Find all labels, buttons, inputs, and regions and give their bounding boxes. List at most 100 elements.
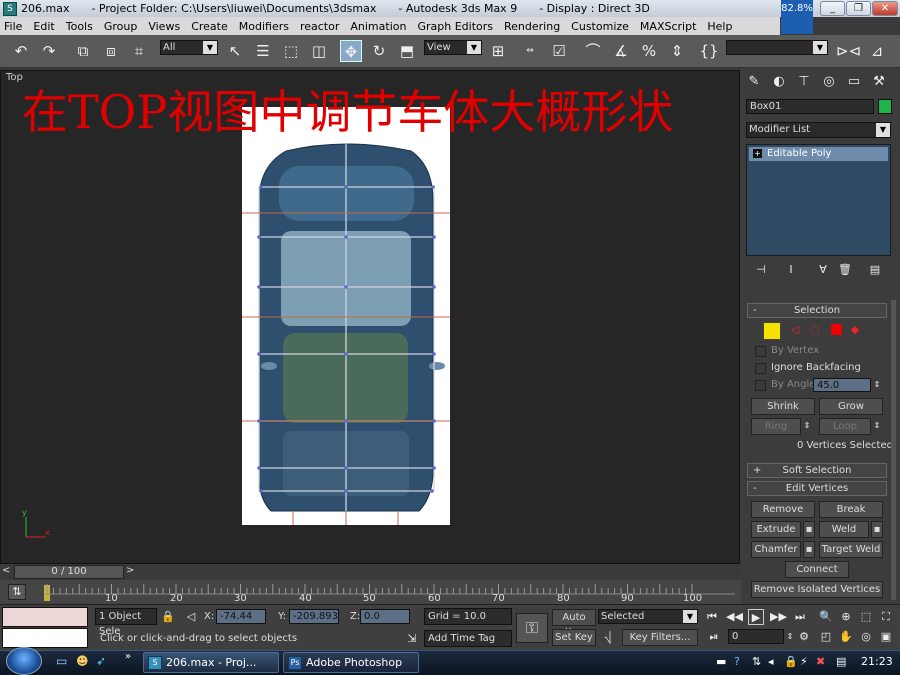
warning-tray-icon[interactable]: ✖: [816, 655, 825, 668]
stack-item-editable-poly[interactable]: + Editable Poly: [749, 147, 888, 161]
power-tray-icon[interactable]: ⚡: [800, 655, 808, 668]
border-mode-icon[interactable]: ◌: [807, 322, 823, 338]
select-link-icon[interactable]: ⧉: [72, 40, 94, 62]
chamfer-button[interactable]: Chamfer: [751, 541, 801, 558]
current-frame-field[interactable]: 0: [728, 629, 784, 644]
by-vertex-checkbox[interactable]: [755, 346, 766, 357]
menu-edit[interactable]: Edit: [33, 20, 54, 33]
time-slider[interactable]: 0 / 100: [14, 565, 124, 579]
quick-launch-more-icon[interactable]: »: [125, 651, 131, 662]
mirror-icon[interactable]: ⊳⊲: [836, 40, 861, 62]
loop-spinner-icon[interactable]: ⇕: [872, 418, 882, 434]
frame-spinner-icon[interactable]: ⇕: [785, 629, 795, 645]
start-button[interactable]: [6, 647, 42, 675]
modifier-stack[interactable]: + Editable Poly: [746, 144, 891, 256]
menu-rendering[interactable]: Rendering: [504, 20, 560, 33]
unlink-icon[interactable]: ⧈: [100, 40, 122, 62]
undo-icon[interactable]: ↶: [10, 40, 32, 62]
bind-space-warp-icon[interactable]: ⌗: [128, 40, 150, 62]
quick-launch-icon[interactable]: ➶: [96, 654, 106, 668]
open-mini-curve-editor-icon[interactable]: ⇅: [8, 584, 26, 600]
menu-views[interactable]: Views: [148, 20, 180, 33]
spinner-snap-icon[interactable]: ⇕: [666, 40, 688, 62]
panel-scrollbar[interactable]: [891, 300, 896, 600]
modifier-list-dropdown[interactable]: Modifier List ▼: [746, 122, 891, 138]
maximize-viewport-icon[interactable]: ▣: [878, 629, 894, 645]
create-tab-icon[interactable]: ✎: [744, 72, 764, 92]
selection-rollout-header[interactable]: - Selection: [747, 303, 887, 318]
help-tray-icon[interactable]: ?: [734, 655, 740, 668]
absolute-mode-icon[interactable]: ◁: [183, 609, 199, 625]
extrude-button[interactable]: Extrude: [751, 521, 801, 538]
app-icon[interactable]: S: [3, 1, 17, 16]
top-viewport[interactable]: y x: [0, 70, 740, 564]
y-coordinate-field[interactable]: -209.893: [289, 609, 339, 624]
window-crossing-icon[interactable]: ◫: [308, 40, 330, 62]
key-filters-button[interactable]: Key Filters...: [622, 629, 698, 646]
messenger-icon[interactable]: ☻: [76, 654, 89, 668]
zoom-icon[interactable]: 🔍: [818, 609, 834, 625]
menu-help[interactable]: Help: [707, 20, 732, 33]
by-angle-checkbox[interactable]: [755, 380, 766, 391]
angle-spinner-field[interactable]: 45.0: [813, 378, 871, 392]
edge-mode-icon[interactable]: ◁: [787, 322, 803, 338]
add-time-tag-button[interactable]: Add Time Tag: [424, 630, 512, 647]
x-coordinate-field[interactable]: -74.44: [216, 609, 266, 624]
rectangular-selection-icon[interactable]: ⬚: [280, 40, 302, 62]
keyboard-shortcut-icon[interactable]: ☑: [548, 40, 570, 62]
named-selection-dropdown[interactable]: ▼: [726, 40, 828, 55]
menu-modifiers[interactable]: Modifiers: [239, 20, 289, 33]
redo-icon[interactable]: ↷: [38, 40, 60, 62]
set-key-mode-key-icon[interactable]: ⚿: [516, 613, 548, 643]
menu-animation[interactable]: Animation: [350, 20, 406, 33]
loop-button[interactable]: Loop: [819, 418, 871, 435]
select-object-icon[interactable]: ↖: [224, 40, 246, 62]
display-tray-icon[interactable]: ▤: [836, 655, 846, 668]
auto-key-button[interactable]: Auto Key: [552, 609, 596, 638]
grow-button[interactable]: Grow: [819, 398, 883, 415]
menu-maxscript[interactable]: MAXScript: [640, 20, 696, 33]
default-in-out-tangent-icon[interactable]: ⎷: [600, 630, 616, 646]
remove-button[interactable]: Remove: [751, 501, 815, 518]
show-end-result-icon[interactable]: Ⅰ: [783, 262, 799, 278]
keyboard-tray-icon[interactable]: ▬: [716, 655, 726, 668]
selection-filter-dropdown[interactable]: All ▼: [160, 40, 218, 55]
angle-spinner-arrows-icon[interactable]: ⇕: [872, 377, 882, 393]
connect-button[interactable]: Connect: [785, 561, 849, 578]
minimize-button[interactable]: _: [820, 1, 845, 16]
time-prev-icon[interactable]: <: [2, 565, 14, 579]
snap-toggle-icon[interactable]: ⌒: [582, 40, 604, 62]
maximize-button[interactable]: ❐: [846, 1, 871, 16]
edit-vertices-rollout-header[interactable]: - Edit Vertices: [747, 481, 887, 496]
pivot-center-icon[interactable]: ⊞: [487, 40, 509, 62]
key-mode-toggle-icon[interactable]: ⏯: [706, 629, 722, 645]
maxscript-listener-white[interactable]: [2, 628, 88, 648]
percent-snap-icon[interactable]: %: [638, 40, 660, 62]
expand-plus-icon[interactable]: +: [753, 149, 762, 158]
security-tray-icon[interactable]: 🔒: [784, 655, 798, 668]
region-zoom-icon[interactable]: ◰: [818, 629, 834, 645]
set-key-button[interactable]: Set Key: [552, 629, 596, 646]
time-tag-icon[interactable]: ⇲: [404, 631, 420, 647]
zoom-extents-icon[interactable]: ⬚: [858, 609, 874, 625]
make-unique-icon[interactable]: ∀: [815, 262, 831, 278]
ignore-backfacing-checkbox[interactable]: [755, 363, 766, 374]
select-by-name-icon[interactable]: ☰: [252, 40, 274, 62]
next-frame-icon[interactable]: ▶▶: [770, 609, 787, 625]
shrink-button[interactable]: Shrink: [751, 398, 815, 415]
vertex-mode-icon[interactable]: [763, 322, 781, 340]
modify-tab-icon[interactable]: ◐: [769, 72, 789, 92]
hierarchy-tab-icon[interactable]: ⊤: [794, 72, 814, 92]
menu-group[interactable]: Group: [104, 20, 138, 33]
object-name-field[interactable]: Box01: [746, 99, 874, 114]
key-mode-dropdown[interactable]: Selected ▼: [598, 609, 698, 624]
remove-modifier-icon[interactable]: 🗑: [837, 262, 853, 278]
ring-spinner-icon[interactable]: ⇕: [802, 418, 812, 434]
chamfer-settings-icon[interactable]: ▪: [803, 541, 815, 558]
utilities-tab-icon[interactable]: ⚒: [869, 72, 889, 92]
motion-tab-icon[interactable]: ◎: [819, 72, 839, 92]
close-button[interactable]: ✕: [872, 1, 898, 16]
menu-customize[interactable]: Customize: [571, 20, 629, 33]
viewport-label[interactable]: Top: [6, 72, 23, 83]
previous-frame-icon[interactable]: ◀◀: [726, 609, 743, 625]
